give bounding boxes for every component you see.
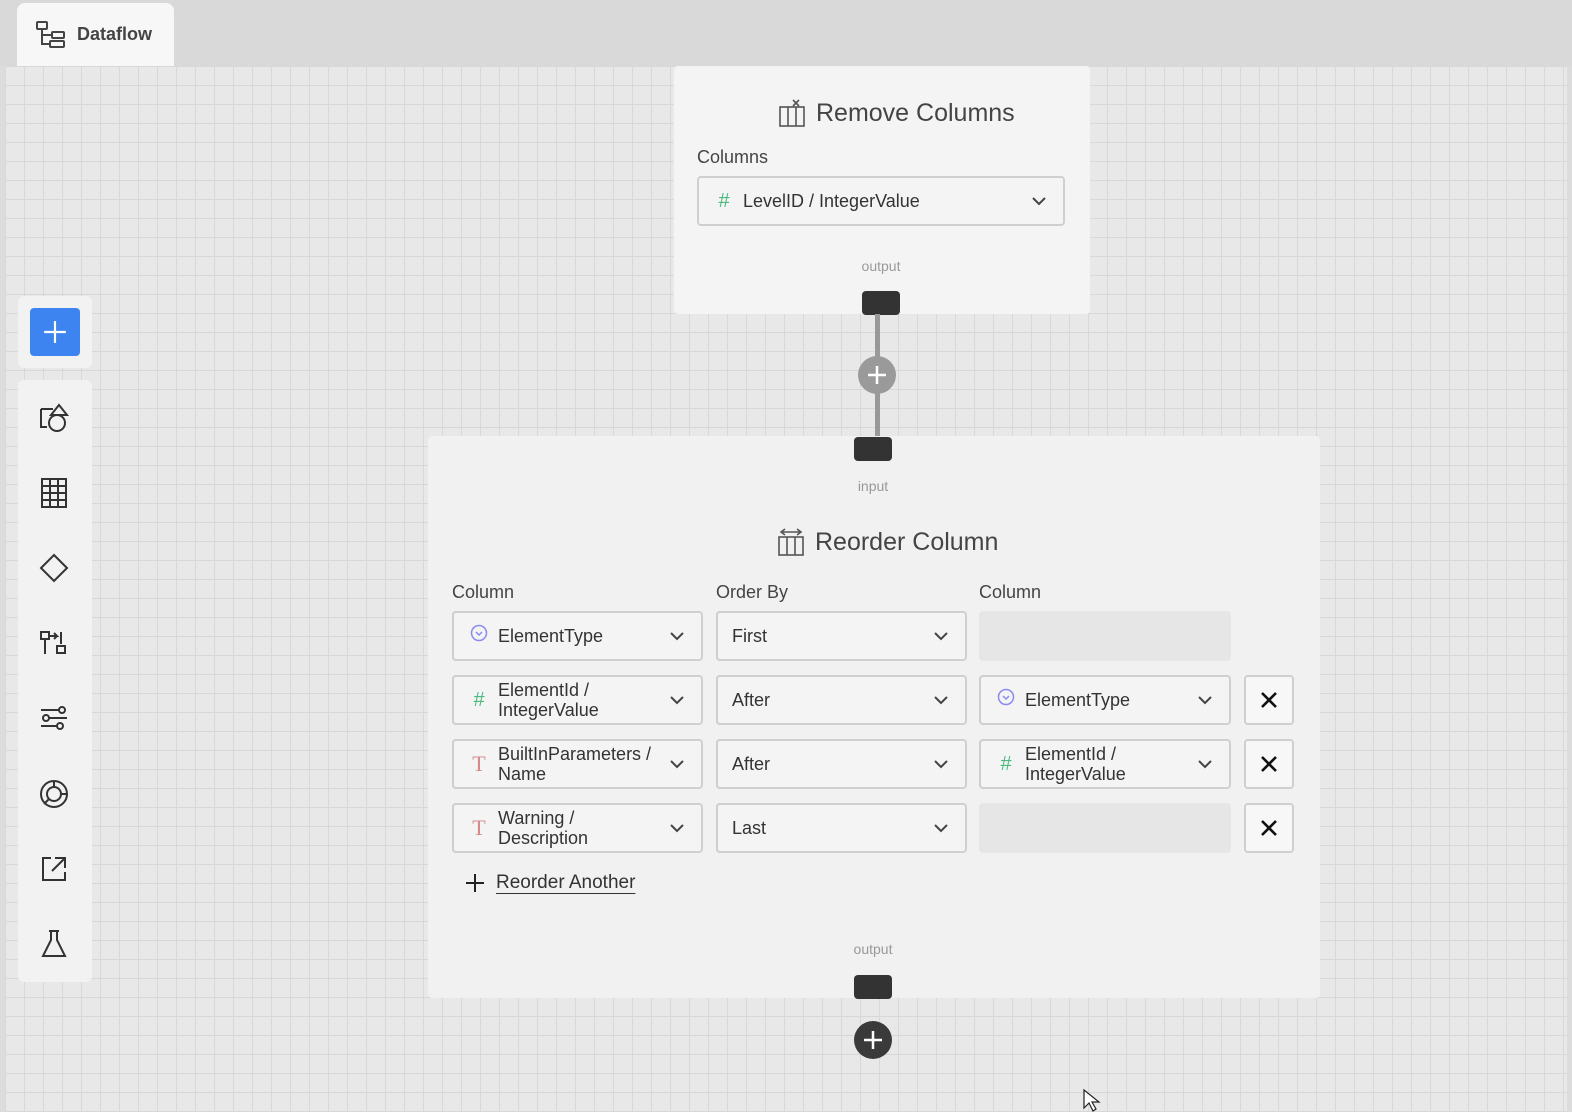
tool-shapes[interactable]: [36, 400, 72, 436]
close-icon: [1261, 820, 1277, 836]
row2-column-select[interactable]: # ElementId / IntegerValue: [452, 675, 703, 725]
enum-type-icon: [995, 688, 1017, 712]
tool-test[interactable]: [36, 926, 72, 962]
plus-icon: [864, 1031, 882, 1049]
transform-icon: [40, 631, 66, 654]
insert-node-button[interactable]: [858, 356, 896, 394]
input-port[interactable]: [854, 437, 892, 461]
columns-select[interactable]: # LevelID / IntegerValue: [697, 176, 1065, 226]
export-icon: [42, 857, 66, 881]
remove-columns-icon: [779, 99, 805, 127]
row4-order-value: Last: [732, 818, 767, 838]
chevron-down-icon: [934, 632, 948, 641]
header-order-by: Order By: [716, 582, 789, 602]
chevron-down-icon: [670, 760, 684, 769]
columns-select-value: LevelID / IntegerValue: [743, 191, 920, 211]
add-panel: [18, 296, 92, 368]
row1-order-value: First: [732, 626, 767, 646]
reorder-column-title: Reorder Column: [777, 527, 998, 557]
row3-target-value: ElementId / IntegerValue: [1025, 744, 1126, 784]
chevron-down-icon: [934, 696, 948, 705]
row3-column-value: BuiltInParameters / Name: [498, 744, 652, 784]
row3-order-select[interactable]: After: [716, 739, 967, 789]
number-type-icon: #: [473, 688, 485, 711]
row1-column-select[interactable]: ElementType: [452, 611, 703, 661]
dataflow-icon: [36, 20, 65, 48]
chart-pie-icon: [40, 780, 68, 808]
diamond-icon: [39, 553, 69, 583]
shapes-icon: [40, 403, 70, 432]
chevron-down-icon: [934, 824, 948, 833]
chevron-down-icon: [670, 824, 684, 833]
row2-target-select[interactable]: ElementType: [979, 675, 1231, 725]
flask-icon: [41, 930, 67, 957]
row4-remove-button[interactable]: [1244, 803, 1294, 853]
number-type-icon: #: [1000, 752, 1012, 775]
input-port-label: input: [857, 478, 889, 494]
close-icon: [1261, 692, 1277, 708]
tab-dataflow[interactable]: Dataflow: [17, 3, 174, 66]
tool-transform[interactable]: [36, 625, 72, 661]
row3-column-select[interactable]: T BuiltInParameters / Name: [452, 739, 703, 789]
chevron-down-icon: [934, 760, 948, 769]
tool-panel: [18, 380, 92, 982]
add-next-node-button[interactable]: [854, 1021, 892, 1059]
chevron-down-icon: [1032, 197, 1046, 206]
output-port[interactable]: [854, 975, 892, 999]
reorder-another-label: Reorder Another: [496, 872, 636, 893]
row4-target-empty: [979, 803, 1231, 853]
row4-column-value: Warning / Description: [498, 808, 589, 848]
filter-settings-icon: [41, 706, 67, 730]
chevron-down-icon: [670, 696, 684, 705]
table-icon: [41, 478, 67, 508]
row1-column-value: ElementType: [498, 626, 604, 646]
row3-target-select[interactable]: # ElementId / IntegerValue: [979, 739, 1231, 789]
chevron-down-icon: [1198, 760, 1212, 769]
close-icon: [1261, 756, 1277, 772]
tool-export[interactable]: [36, 851, 72, 887]
output-port[interactable]: [862, 291, 900, 315]
row2-target-value: ElementType: [1025, 690, 1131, 710]
row4-order-select[interactable]: Last: [716, 803, 967, 853]
tool-condition[interactable]: [36, 550, 72, 586]
row3-order-value: After: [732, 754, 771, 774]
tool-analytics[interactable]: [36, 776, 72, 812]
header-target-column: Column: [979, 582, 1042, 602]
reorder-another-button[interactable]: Reorder Another: [464, 872, 635, 894]
enum-type-icon: [468, 624, 490, 648]
top-bar: Dataflow: [0, 0, 1572, 66]
row1-order-select[interactable]: First: [716, 611, 967, 661]
add-node-button[interactable]: [30, 308, 80, 356]
text-type-icon: T: [472, 815, 486, 840]
row3-remove-button[interactable]: [1244, 739, 1294, 789]
columns-label: Columns: [697, 147, 769, 167]
tab-label: Dataflow: [77, 24, 153, 44]
text-type-icon: T: [472, 751, 486, 776]
output-port-label: output: [853, 941, 893, 957]
mouse-cursor-icon: [1083, 1088, 1101, 1112]
chevron-down-icon: [670, 632, 684, 641]
row1-target-empty: [979, 611, 1231, 661]
tool-table[interactable]: [36, 475, 72, 511]
row2-column-value: ElementId / IntegerValue: [498, 680, 599, 720]
row4-column-select[interactable]: T Warning / Description: [452, 803, 703, 853]
plus-icon: [868, 366, 886, 384]
reorder-column-icon: [778, 528, 804, 556]
chevron-down-icon: [1198, 696, 1212, 705]
plus-icon: [466, 874, 484, 892]
row2-remove-button[interactable]: [1244, 675, 1294, 725]
header-column: Column: [452, 582, 515, 602]
output-port-label: output: [861, 258, 901, 274]
tool-filter[interactable]: [36, 700, 72, 736]
row2-order-value: After: [732, 690, 771, 710]
row2-order-select[interactable]: After: [716, 675, 967, 725]
plus-icon: [44, 321, 66, 343]
remove-columns-title: Remove Columns: [778, 98, 1015, 128]
number-type-icon: #: [718, 189, 730, 212]
